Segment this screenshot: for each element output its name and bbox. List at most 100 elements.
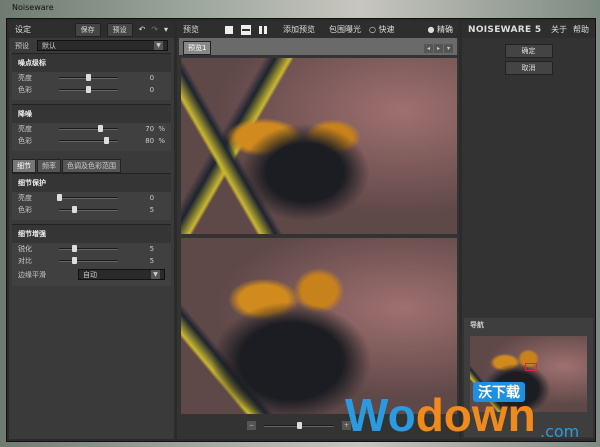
app-window: 设定 保存 预设 ↶ ↷ ▾ 预设 默认 ▼ 噪点级标 亮度 0 色彩 0 降噪 亮度 70%… [6, 18, 596, 442]
tab-detail[interactable]: 细节 [12, 159, 36, 173]
slider[interactable] [58, 137, 118, 144]
detail-enhance-section: 细节增强 锐化 5 对比 5 边缘平滑 自动 ▼ [12, 224, 171, 286]
slider[interactable] [58, 74, 118, 81]
slider[interactable] [58, 125, 118, 132]
slider-label: 亮度 [18, 194, 32, 202]
slider-thumb[interactable] [86, 74, 92, 81]
slider-thumb[interactable] [98, 125, 104, 132]
slider-value: 5 [149, 257, 155, 265]
preview-image-processed[interactable] [181, 238, 457, 414]
fast-label: 快速 [378, 25, 395, 34]
section-title: 噪点级标 [12, 54, 171, 72]
chevron-down-icon: ▼ [154, 41, 163, 50]
section-title: 细节增强 [12, 225, 171, 243]
edge-value: 自动 [83, 270, 97, 279]
prev-icon[interactable]: ◂ [424, 44, 433, 53]
slider-thumb[interactable] [71, 257, 77, 264]
redo-icon[interactable]: ↷ [151, 25, 158, 34]
menu-chevron-icon[interactable]: ▾ [164, 25, 168, 34]
zoom-slider-thumb[interactable] [297, 421, 302, 429]
slider-unit: % [158, 125, 165, 133]
window-title: Noiseware [12, 3, 54, 12]
slider-value: 80 [145, 137, 155, 145]
cancel-button[interactable]: 取消 [504, 61, 553, 75]
tab-tone-color[interactable]: 色调及色彩范围 [62, 159, 121, 173]
bracket-button[interactable]: 包围曝光 [329, 24, 361, 35]
denoise-section: 降噪亮度 70% 色彩 80% [12, 104, 171, 151]
slider-value: 0 [149, 194, 155, 202]
slider-label: 亮度 [18, 125, 32, 133]
navigator-title: 导航 [470, 321, 484, 329]
slider-thumb[interactable] [86, 86, 92, 93]
tab-menu-icon[interactable]: ▾ [444, 44, 453, 53]
slider-thumb[interactable] [104, 137, 110, 144]
slider-label: 色彩 [18, 137, 32, 145]
single-view-icon[interactable] [225, 25, 233, 34]
split-vertical-icon[interactable] [259, 25, 267, 34]
slider[interactable] [58, 257, 118, 264]
help-button[interactable]: 帮助 [573, 24, 589, 35]
slider-row: 亮度 0 [12, 72, 171, 84]
preset-value: 默认 [42, 41, 56, 50]
save-button[interactable]: 保存 [74, 22, 101, 37]
zoom-slider[interactable] [264, 421, 334, 429]
fast-radio[interactable]: ○ 快速 [369, 24, 395, 35]
edge-select[interactable]: 自动 ▼ [78, 269, 165, 280]
preset-select[interactable]: 默认 ▼ [37, 40, 168, 51]
preview-title: 预览 [183, 25, 199, 34]
section-title: 细节保护 [12, 174, 171, 192]
preview-header: 预览 添加预览 包围曝光 ○ 快速 ● 精确 [177, 21, 459, 38]
section-title: 降噪 [12, 105, 171, 123]
slider-row: 色彩 0 [12, 84, 171, 96]
navigator: 导航 [464, 318, 593, 437]
preset-button[interactable]: 预设 [106, 22, 133, 37]
slider-value: 5 [149, 245, 155, 253]
zoom-in-icon[interactable]: + [342, 421, 351, 430]
settings-title: 设定 [15, 25, 31, 34]
slider-thumb[interactable] [56, 194, 62, 201]
navigator-viewport[interactable] [525, 363, 537, 371]
preview-tabstrip: 预览1 ◂ ▸ ▾ [179, 38, 457, 55]
slider[interactable] [58, 245, 118, 252]
slider-row: 对比 5 [12, 255, 171, 267]
ok-button[interactable]: 确定 [504, 44, 553, 58]
accurate-radio[interactable]: ● 精确 [427, 24, 453, 35]
zoom-out-icon[interactable]: − [247, 421, 256, 430]
slider-row: 亮度 70% [12, 123, 171, 135]
slider-thumb[interactable] [71, 206, 77, 213]
split-horizontal-icon[interactable] [241, 24, 251, 35]
tab-preview-1[interactable]: 预览1 [183, 41, 212, 55]
slider-row: 亮度 0 [12, 192, 171, 204]
slider[interactable] [58, 86, 118, 93]
about-button[interactable]: 关于 [551, 24, 567, 35]
slider-thumb[interactable] [71, 245, 77, 252]
slider-value: 70 [145, 125, 155, 133]
preset-row: 预设 默认 ▼ [9, 38, 174, 53]
slider-unit: % [158, 137, 165, 145]
undo-icon[interactable]: ↶ [139, 25, 146, 34]
slider-label: 色彩 [18, 206, 32, 214]
accurate-label: 精确 [437, 25, 453, 34]
navigator-thumbnail[interactable] [470, 336, 587, 412]
detail-protect-section: 细节保护亮度 0 色彩 5 [12, 173, 171, 220]
slider-label: 亮度 [18, 74, 32, 82]
preview-panel: 预览 添加预览 包围曝光 ○ 快速 ● 精确 预览1 ◂ ▸ ▾ − + [177, 21, 459, 439]
slider-label: 锐化 [18, 245, 32, 253]
slider[interactable] [58, 206, 118, 213]
next-icon[interactable]: ▸ [434, 44, 443, 53]
add-preview-button[interactable]: 添加预览 [283, 24, 315, 35]
preview-image-original[interactable] [181, 58, 457, 234]
tab-frequency[interactable]: 频率 [37, 159, 61, 173]
slider[interactable] [56, 194, 118, 201]
edge-row: 边缘平滑 自动 ▼ [12, 267, 171, 282]
slider-row: 色彩 5 [12, 204, 171, 216]
slider-value: 0 [149, 74, 155, 82]
detail-tabs: 细节 频率 色调及色彩范围 [9, 151, 174, 173]
brand-logo: NOISEWARE 5 [468, 24, 542, 35]
right-panel: NOISEWARE 5 关于 帮助 确定 取消 导航 [462, 21, 595, 439]
noise-level-section: 噪点级标 亮度 0 色彩 0 [12, 53, 171, 100]
slider-value: 5 [149, 206, 155, 214]
slider-label: 色彩 [18, 86, 32, 94]
brand-header: NOISEWARE 5 关于 帮助 [462, 21, 595, 38]
chevron-down-icon: ▼ [151, 270, 160, 279]
